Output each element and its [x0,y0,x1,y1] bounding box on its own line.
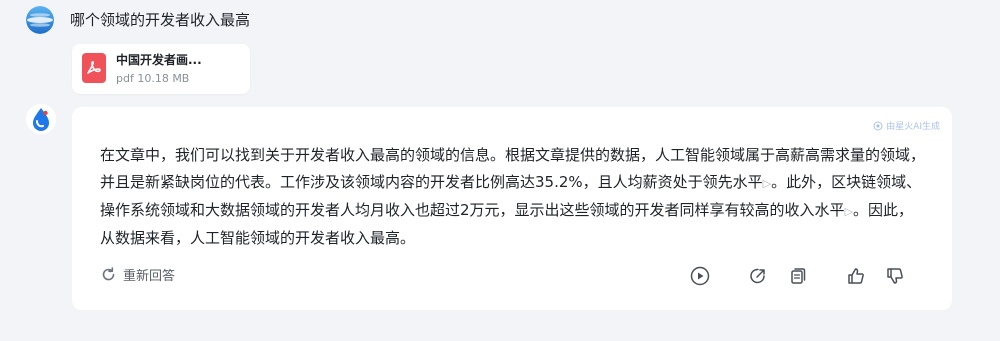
regenerate-label: 重新回答 [123,269,176,284]
user-avatar [26,6,54,34]
assistant-avatar [26,104,56,134]
play-icon[interactable] [689,265,711,287]
attachment-meta: pdf 10.18 MB [116,72,190,85]
user-question: 哪个领域的开发者收入最高 [70,11,251,29]
attachment-name: 中国开发者画... [116,53,202,67]
spark-icon [873,121,883,130]
answer-card: 由星火AI生成 在文章中，我们可以找到关于开发者收入最高的领域的信息。根据文章提… [72,107,952,310]
thumbs-up-icon[interactable] [845,265,867,287]
chat-page: 哪个领域的开发者收入最高 中国开发者画... pdf 10.18 MB 由星火A… [0,0,1000,341]
share-icon[interactable] [747,265,769,287]
copy-icon[interactable] [787,265,809,287]
refresh-icon [102,267,115,281]
citation-marker[interactable]: ▷ [763,177,771,190]
thumbs-down-icon[interactable] [884,265,906,287]
ai-badge-text: 由星火AI生成 [886,122,940,132]
attachment-card[interactable]: 中国开发者画... pdf 10.18 MB [72,44,250,94]
pdf-icon [82,53,106,83]
regenerate-button[interactable]: 重新回答 [100,265,175,284]
citation-marker[interactable]: ▷ [845,205,853,218]
answer-text: 在文章中，我们可以找到关于开发者收入最高的领域的信息。根据文章提供的数据，人工智… [100,142,926,252]
ai-generated-badge: 由星火AI生成 [873,119,940,132]
